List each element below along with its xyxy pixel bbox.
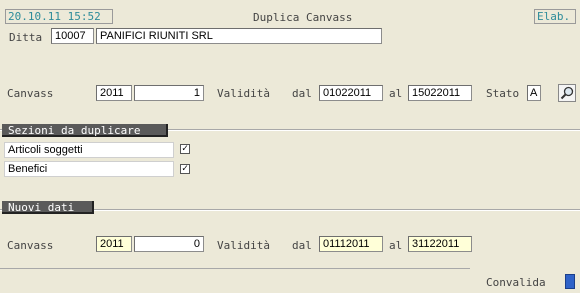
canvass-number-field[interactable]: 1 [134,85,204,101]
sezione-articoli-label: Articoli soggetti [4,142,174,158]
elab-text: Elab. [537,10,571,23]
nuovi-validita-label: Validità [217,239,270,252]
nuovi-al-date-field[interactable]: 31122011 [408,236,472,252]
convalida-button[interactable] [565,274,575,289]
footer-separator [0,268,470,269]
benefici-checkbox[interactable]: ✓ [180,164,190,174]
nuovi-canvass-label: Canvass [7,239,54,252]
dal-label: dal [292,87,312,100]
nuovi-dati-section-header: Nuovi dati [2,201,94,214]
sezione-benefici-label: Benefici [4,161,174,177]
validita-label: Validità [217,87,270,100]
convalida-label: Convalida [486,276,546,289]
nuovi-dal-date-field[interactable]: 01112011 [319,236,383,252]
stato-label: Stato [486,87,520,100]
window-title: Duplica Canvass [253,11,353,24]
elab-indicator: Elab. [534,9,576,24]
datetime-display: 20.10.11 15:52 [5,9,113,24]
stato-field[interactable]: A [527,85,541,101]
ditta-label: Ditta [9,31,43,44]
sezioni-section-header: Sezioni da duplicare [2,124,168,137]
ditta-name-field[interactable]: PANIFICI RIUNITI SRL [96,28,382,44]
search-button[interactable] [558,84,576,102]
nuovi-canvass-year-field[interactable]: 2011 [96,236,132,252]
datetime-text: 20.10.11 15:52 [8,10,101,23]
canvass-label: Canvass [7,87,54,100]
nuovi-al-label: al [389,239,403,252]
ditta-code-field[interactable]: 10007 [51,28,94,44]
al-date-field[interactable]: 15022011 [408,85,472,101]
nuovi-dal-label: dal [292,239,312,252]
al-label: al [389,87,403,100]
articoli-checkbox[interactable]: ✓ [180,144,190,154]
magnifier-icon [560,86,574,100]
canvass-year-field[interactable]: 2011 [96,85,132,101]
nuovi-canvass-number-field[interactable]: 0 [134,236,204,252]
dal-date-field[interactable]: 01022011 [319,85,383,101]
